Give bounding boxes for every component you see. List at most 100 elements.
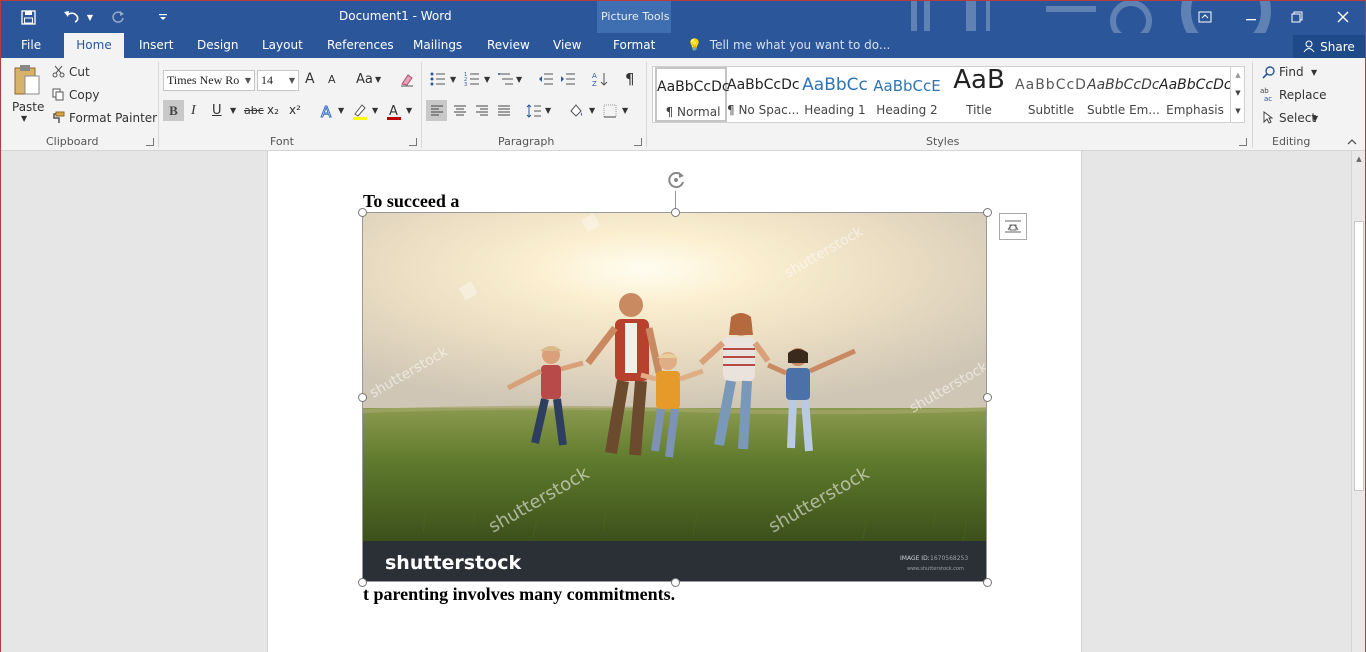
chevron-down-icon[interactable]: ▼ (375, 75, 381, 84)
replace-button[interactable]: Replace (1279, 88, 1326, 102)
tab-mailings[interactable]: Mailings (405, 33, 470, 58)
shrink-font-button[interactable]: A (328, 73, 336, 86)
style-title[interactable]: AaB Title (943, 65, 1015, 122)
chevron-down-icon[interactable]: ▼ (338, 106, 344, 115)
shading-icon[interactable] (565, 100, 587, 121)
save-icon[interactable] (17, 6, 39, 28)
italic-button[interactable]: I (191, 103, 196, 119)
tab-review[interactable]: Review (479, 33, 538, 58)
chevron-down-icon[interactable]: ▼ (1312, 114, 1318, 123)
bullets-icon[interactable] (429, 70, 447, 88)
more-styles-icon[interactable]: ▼ (1233, 104, 1243, 118)
align-right-icon[interactable] (471, 100, 492, 121)
font-name-combo[interactable]: Times New Ro ▼ (163, 70, 255, 91)
paste-dropdown-icon[interactable]: ▼ (21, 114, 27, 123)
font-launcher-icon[interactable] (409, 138, 417, 146)
tab-references[interactable]: References (319, 33, 402, 58)
chevron-down-icon[interactable]: ▼ (484, 75, 490, 84)
customize-qat-icon[interactable] (155, 6, 171, 28)
scroll-thumb[interactable] (1354, 221, 1364, 491)
share-button[interactable]: Share (1293, 35, 1365, 58)
styles-launcher-icon[interactable] (1239, 138, 1247, 146)
chevron-down-icon[interactable]: ▼ (406, 106, 412, 115)
tab-layout[interactable]: Layout (254, 33, 311, 58)
redo-icon[interactable] (107, 6, 129, 28)
highlighter-icon[interactable] (349, 100, 371, 121)
style-heading-1[interactable]: AaBbCc Heading 1 (799, 67, 871, 122)
close-icon[interactable] (1320, 1, 1366, 33)
style-normal[interactable]: AaBbCcDc ¶ Normal (655, 67, 729, 122)
cut-button[interactable]: Cut (69, 65, 90, 79)
change-case-button[interactable]: Aa (356, 72, 373, 87)
text-effects-icon[interactable]: A (317, 100, 337, 121)
chevron-down-icon[interactable]: ▼ (589, 106, 595, 115)
resize-handle-right[interactable] (983, 393, 992, 402)
chevron-down-icon[interactable]: ▼ (516, 75, 522, 84)
increase-indent-icon[interactable] (559, 70, 577, 88)
rotate-handle-icon[interactable] (663, 167, 689, 193)
ribbon-display-options-icon[interactable] (1182, 1, 1228, 33)
chevron-down-icon[interactable]: ▼ (372, 106, 378, 115)
tab-view[interactable]: View (545, 33, 589, 58)
sort-icon[interactable]: AZ (591, 70, 609, 88)
decrease-indent-icon[interactable] (537, 70, 555, 88)
vertical-scrollbar[interactable]: ▲ (1351, 151, 1365, 652)
justify-icon[interactable] (493, 100, 514, 121)
bold-button[interactable]: B (163, 100, 184, 121)
style-subtle-emphasis[interactable]: AaBbCcDc Subtle Em... (1087, 67, 1159, 122)
subscript-button[interactable]: x₂ (267, 103, 279, 117)
clipboard-launcher-icon[interactable] (146, 138, 154, 146)
style-no-spacing[interactable]: AaBbCcDc ¶ No Spac... (727, 67, 799, 122)
chevron-down-icon[interactable]: ▼ (450, 75, 456, 84)
chevron-down-icon[interactable]: ▼ (1233, 86, 1243, 100)
collapse-ribbon-icon[interactable] (1345, 136, 1359, 148)
resize-handle-top[interactable] (671, 208, 680, 217)
chevron-down-icon[interactable]: ▼ (545, 106, 551, 115)
undo-dropdown-icon[interactable]: ▼ (85, 6, 95, 28)
document-text-line-2[interactable]: t parenting involves many commitments. (363, 584, 675, 605)
paste-icon[interactable] (11, 62, 43, 98)
show-formatting-button[interactable]: ¶ (625, 70, 635, 88)
font-color-icon[interactable]: A (383, 100, 405, 121)
tab-home[interactable]: Home (64, 33, 124, 58)
font-size-combo[interactable]: 14 ▼ (257, 70, 299, 91)
paragraph-launcher-icon[interactable] (634, 138, 642, 146)
strikethrough-button[interactable]: abc (244, 104, 264, 117)
tab-insert[interactable]: Insert (131, 33, 181, 58)
style-subtitle[interactable]: AaBbCcD Subtitle (1015, 67, 1087, 122)
tab-file[interactable]: File (13, 33, 49, 58)
grow-font-button[interactable]: A (305, 71, 315, 87)
undo-icon[interactable] (59, 6, 85, 28)
minimize-icon[interactable] (1228, 1, 1274, 33)
resize-handle-bottom-right[interactable] (983, 578, 992, 587)
resize-handle-top-left[interactable] (358, 208, 367, 217)
borders-icon[interactable] (600, 100, 620, 121)
inserted-picture[interactable]: shutterstock shutterstock shutterstock s… (362, 212, 987, 582)
document-text-line-1[interactable]: To succeed a (363, 191, 459, 212)
copy-button[interactable]: Copy (69, 88, 99, 102)
multilevel-list-icon[interactable] (497, 70, 515, 88)
chevron-down-icon[interactable]: ▼ (622, 106, 628, 115)
superscript-button[interactable]: x² (289, 103, 301, 117)
restore-icon[interactable] (1274, 1, 1320, 33)
chevron-down-icon[interactable]: ▼ (230, 106, 236, 115)
chevron-down-icon[interactable]: ▼ (1311, 68, 1317, 77)
find-button[interactable]: Find (1279, 65, 1304, 79)
layout-options-button[interactable] (999, 213, 1027, 240)
format-painter-button[interactable]: Format Painter (69, 111, 157, 125)
chevron-up-icon[interactable]: ▲ (1233, 68, 1243, 82)
tab-design[interactable]: Design (189, 33, 246, 58)
scroll-up-icon[interactable]: ▲ (1353, 153, 1365, 165)
resize-handle-left[interactable] (358, 393, 367, 402)
style-emphasis[interactable]: AaBbCcDc Emphasis (1159, 67, 1231, 122)
resize-handle-bottom[interactable] (671, 578, 680, 587)
select-button[interactable]: Select (1279, 111, 1316, 125)
style-heading-2[interactable]: AaBbCcE Heading 2 (871, 67, 943, 122)
numbering-icon[interactable]: 123 (463, 70, 481, 88)
underline-button[interactable]: U (212, 103, 222, 118)
align-left-icon[interactable] (426, 100, 447, 121)
resize-handle-top-right[interactable] (983, 208, 992, 217)
tell-me-box[interactable]: 💡 Tell me what you want to do... (687, 33, 890, 58)
line-spacing-icon[interactable] (523, 100, 544, 121)
align-center-icon[interactable] (449, 100, 470, 121)
